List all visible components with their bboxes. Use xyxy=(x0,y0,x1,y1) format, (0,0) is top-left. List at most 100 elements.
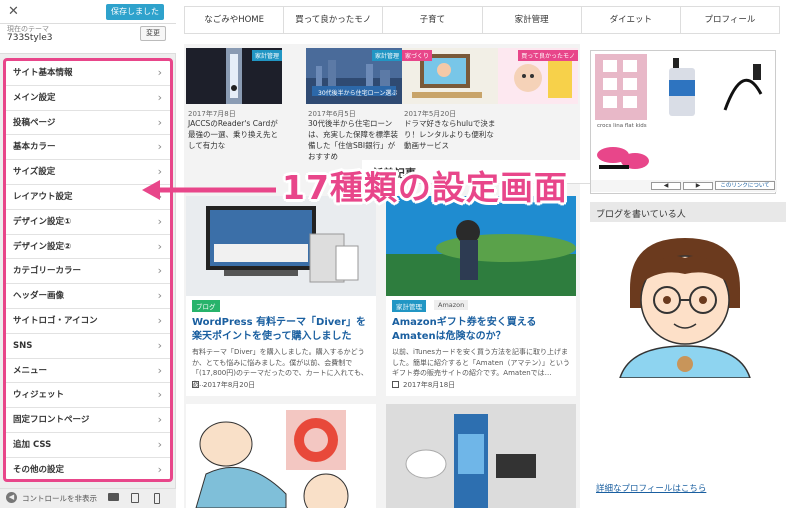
chevron-right-icon: › xyxy=(157,462,162,476)
menu-item-other[interactable]: その他の設定 › xyxy=(6,458,170,479)
nav-item-profile[interactable]: プロフィール xyxy=(681,7,779,33)
post-title[interactable]: JACCSのReader's Cardが最強の一選、乗り換え先として有力な xyxy=(188,118,282,151)
menu-item-sns[interactable]: SNS › xyxy=(6,334,170,359)
menu-item-post-page[interactable]: 投稿ページ › xyxy=(6,111,170,136)
ad-product[interactable] xyxy=(717,54,769,180)
menu-item-site-logo[interactable]: サイトロゴ・アイコン › xyxy=(6,309,170,334)
chevron-right-icon: › xyxy=(157,289,162,303)
customizer-sidebar: ✕ 保存しました 現在のテーマ 733Style3 変更 サイト基本情報 › メイ… xyxy=(0,0,176,508)
site-nav: なごみやHOME 買って良かったモノ 子育て 家計管理 ダイエット プロフィール xyxy=(184,6,780,34)
nav-item-budget[interactable]: 家計管理 xyxy=(483,7,582,33)
annotation-text: 17種類の設定画面 xyxy=(282,168,568,207)
change-theme-button[interactable]: 変更 xyxy=(140,26,166,41)
top-post-card[interactable]: 30代後半から住宅ローン選ぶ 家計管理 2017年6月5日 30代後半から住宅ロ… xyxy=(306,48,402,161)
post-title[interactable]: ドラマ好きならhuluで決まり！レンタルよりも便利な動画サービス xyxy=(404,118,498,151)
post-thumbnail xyxy=(186,196,376,296)
menu-item-menu[interactable]: メニュー › xyxy=(6,359,170,384)
chevron-right-icon: › xyxy=(157,437,162,451)
ad-prev-button[interactable]: ◀ xyxy=(651,182,681,190)
menu-item-design-1[interactable]: デザイン設定① › xyxy=(6,210,170,235)
post-card-thumbnail[interactable] xyxy=(386,404,576,508)
post-tag: 家づくり xyxy=(402,50,433,61)
post-tag: 買って良かったモノ xyxy=(518,50,578,61)
saved-button[interactable]: 保存しました xyxy=(106,4,164,20)
menu-item-label: ヘッダー画像 xyxy=(13,291,65,302)
hide-controls-label[interactable]: コントロールを非表示 xyxy=(22,493,97,504)
menu-item-base-color[interactable]: 基本カラー › xyxy=(6,135,170,161)
post-card-thumbnail[interactable] xyxy=(186,404,376,508)
ad-brand-label: crocs lina flat kids xyxy=(597,123,647,129)
top-post-card[interactable]: 家づくり 2017年5月20日 ドラマ好きならhuluで決まり！レンタルよりも便… xyxy=(402,48,498,151)
top-post-card[interactable]: 買って良かったモノ xyxy=(498,48,578,148)
menu-item-widget[interactable]: ウィジェット › xyxy=(6,383,170,409)
menu-item-label: 固定フロントページ xyxy=(13,415,90,426)
theme-info: 現在のテーマ 733Style3 変更 xyxy=(0,24,176,54)
post-date: 2017年8月18日 xyxy=(403,381,456,389)
profile-widget: 詳細なプロフィールはこちら xyxy=(590,222,786,508)
menu-item-label: カテゴリーカラー xyxy=(13,266,82,277)
menu-item-label: メイン設定 xyxy=(13,92,56,103)
nav-item-goods[interactable]: 買って良かったモノ xyxy=(284,7,384,33)
menu-item-design-2[interactable]: デザイン設定② › xyxy=(6,235,170,260)
menu-item-site-basics[interactable]: サイト基本情報 › xyxy=(6,61,170,86)
avatar xyxy=(610,228,760,379)
post-date: 2017年8月20日 xyxy=(203,381,256,389)
desktop-preview-icon[interactable] xyxy=(108,493,119,501)
menu-item-label: メニュー xyxy=(13,365,48,376)
post-excerpt: 以前、iTunesカードを安く買う方法を記事に取り上げました。簡単に紹介すると「… xyxy=(392,348,570,377)
menu-item-label: サイズ設定 xyxy=(13,167,56,178)
menu-item-category-color[interactable]: カテゴリーカラー › xyxy=(6,259,170,285)
post-category: 家計管理 xyxy=(392,300,426,312)
ad-widget: crocs lina flat kids ◀ ▶ このリンクについて xyxy=(590,50,777,194)
ad-product[interactable] xyxy=(657,54,709,180)
post-tag: 家計管理 xyxy=(371,50,402,61)
thumbnail-overlay-text: 30代後半から住宅ローン選ぶ xyxy=(318,90,398,97)
menu-item-front-page[interactable]: 固定フロントページ › xyxy=(6,408,170,433)
top-post-card[interactable]: 家計管理 2017年7月8日 JACCSのReader's Cardが最強の一選… xyxy=(186,48,282,151)
close-icon[interactable]: ✕ xyxy=(8,4,19,19)
menu-item-main[interactable]: メイン設定 › xyxy=(6,86,170,111)
chevron-right-icon: › xyxy=(157,214,162,228)
chevron-right-icon: › xyxy=(157,264,162,278)
menu-item-label: デザイン設定② xyxy=(13,241,72,252)
tablet-preview-icon[interactable] xyxy=(131,493,139,503)
ad-next-button[interactable]: ▶ xyxy=(683,182,713,190)
settings-menu: サイト基本情報 › メイン設定 › 投稿ページ › 基本カラー › サイズ設定 › レイア… xyxy=(3,58,173,482)
post-title[interactable]: 30代後半から住宅ローンは、充実した保障を標準装備した「住信SBI銀行」がおすす… xyxy=(308,118,402,162)
menu-item-label: ウィジェット xyxy=(13,390,65,401)
post-card[interactable]: ブログ WordPress 有料テーマ「Diver」を楽天ポイントを使って購入し… xyxy=(186,196,376,396)
chevron-right-icon: › xyxy=(157,90,162,104)
profile-link[interactable]: 詳細なプロフィールはこちら xyxy=(596,482,706,494)
customizer-footer: ◀ コントロールを非表示 xyxy=(0,488,176,508)
menu-item-label: レイアウト設定 xyxy=(13,191,73,202)
menu-item-label: 追加 CSS xyxy=(13,439,52,450)
post-title[interactable]: Amazonギフト券を安く買えるAmatenは危険なのか？ xyxy=(392,316,574,344)
chevron-right-icon: › xyxy=(157,66,162,79)
post-card[interactable]: 家計管理 Amazon Amazonギフト券を安く買えるAmatenは危険なのか… xyxy=(386,196,576,396)
post-date-row: 2017年8月18日 xyxy=(392,380,455,390)
post-category: ブログ xyxy=(192,300,220,312)
menu-item-label: サイト基本情報 xyxy=(13,68,73,78)
chevron-right-icon: › xyxy=(157,115,162,129)
menu-item-label: 基本カラー xyxy=(13,142,56,153)
ad-product[interactable] xyxy=(595,133,651,175)
ad-nav-bar: ◀ ▶ このリンクについて xyxy=(591,180,777,192)
chevron-right-icon: › xyxy=(157,239,162,253)
nav-item-diet[interactable]: ダイエット xyxy=(582,7,681,33)
collapse-icon[interactable]: ◀ xyxy=(6,492,17,503)
chevron-right-icon: › xyxy=(157,388,162,402)
post-tag: 家計管理 xyxy=(251,50,282,61)
customizer-header: ✕ 保存しました xyxy=(0,0,176,24)
nav-item-home[interactable]: なごみやHOME xyxy=(185,7,285,33)
mobile-preview-icon[interactable] xyxy=(154,493,160,504)
menu-item-label: 投稿ページ xyxy=(13,117,56,128)
profile-widget-header: ブログを書いている人 xyxy=(590,202,786,222)
calendar-icon xyxy=(392,381,399,388)
profile-widget-title: ブログを書いている人 xyxy=(596,210,686,220)
ad-about-link[interactable]: このリンクについて xyxy=(715,181,775,190)
menu-item-additional-css[interactable]: 追加 CSS › xyxy=(6,433,170,458)
menu-item-header-image[interactable]: ヘッダー画像 › xyxy=(6,284,170,309)
chevron-right-icon: › xyxy=(157,140,162,154)
post-title[interactable]: WordPress 有料テーマ「Diver」を楽天ポイントを使って購入しました xyxy=(192,316,374,344)
nav-item-parenting[interactable]: 子育て xyxy=(383,7,483,33)
